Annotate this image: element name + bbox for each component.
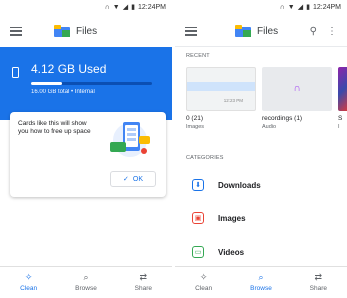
nav-share-label: Share [134,285,152,292]
category-downloads[interactable]: ⬇ Downloads [175,173,347,197]
category-videos[interactable]: ▭ Videos [175,240,347,264]
bottom-nav: ✧ Clean ⌕ Browse ⇄ Share [0,266,172,298]
files-logo-icon [54,25,70,37]
download-icon: ⬇ [192,179,204,191]
recent-header: RECENT [186,53,210,59]
recent-item-type: Images [186,124,205,130]
clean-screen: ∩ ▼ ◢ ▮ 12:24PM Files 4.12 GB Used 16.00… [0,0,172,298]
recent-item-name: 0 (21) [186,115,203,122]
nav-clean[interactable]: ✧ Clean [0,267,57,298]
menu-icon[interactable] [10,26,22,36]
nav-clean-label: Clean [195,285,213,292]
recent-item-partial[interactable]: S I [338,67,347,142]
headset-icon: ∩ [104,3,110,11]
battery-icon: ▮ [131,3,135,11]
battery-icon: ▮ [306,3,310,11]
status-time: 12:24PM [312,3,341,11]
menu-icon[interactable] [185,26,197,36]
recent-item-name: recordings (1) [262,115,303,122]
wifi-icon: ▼ [287,3,295,11]
nav-browse-label: Browse [75,285,97,292]
status-time: 12:24PM [137,3,166,11]
browse-icon: ⌕ [83,272,89,282]
nav-share[interactable]: ⇄ Share [115,267,172,298]
storage-detail: 16.00 GB total • Internal [31,89,95,95]
status-bar: ∩ ▼ ◢ ▮ 12:24PM [0,0,172,14]
app-title: Files [257,25,279,37]
video-icon: ▭ [192,246,204,258]
sparkle-icon: ✧ [199,272,208,282]
phone-storage-icon [12,67,19,78]
signal-icon: ◢ [297,3,304,11]
app-bar-divider [175,46,347,47]
browse-screen: ∩ ▼ ◢ ▮ 12:24PM Files ⚲ ⋮ RECENT 12:23 P… [175,0,347,298]
files-logo-icon [235,25,251,37]
recent-item-name: S [338,115,343,122]
storage-card[interactable]: 4.12 GB Used 16.00 GB total • Internal [0,47,172,120]
category-images[interactable]: ▣ Images [175,206,347,230]
nav-browse[interactable]: ⌕ Browse [57,267,114,298]
ok-button[interactable]: ✓ OK [110,171,156,187]
headphones-icon: ∩ [293,83,301,94]
headset-icon: ∩ [279,3,285,11]
wifi-icon: ▼ [112,3,120,11]
nav-clean[interactable]: ✧ Clean [175,267,232,298]
share-icon: ⇄ [314,272,323,282]
storage-progress-bar [31,82,152,85]
recent-item-type: Audio [262,124,277,130]
nav-browse-label: Browse [250,285,272,292]
storage-progress-fill [31,82,63,85]
category-label: Images [218,213,246,223]
share-icon: ⇄ [139,272,148,282]
app-title-group: Files [54,25,97,37]
nav-share[interactable]: ⇄ Share [290,267,347,298]
categories-header: CATEGORIES [186,155,224,161]
recent-item-audio[interactable]: ∩ recordings (1) Audio [262,67,332,142]
nav-clean-label: Clean [20,285,38,292]
recent-item-type: I [338,124,340,130]
nav-share-label: Share [309,285,327,292]
tip-card: Cards like this will show you how to fre… [10,112,166,197]
tip-text: Cards like this will show you how to fre… [18,120,91,135]
app-title: Files [76,25,98,37]
recent-list: 12:23 PM 0 (21) Images ∩ recordings (1) … [186,67,347,142]
signal-icon: ◢ [122,3,129,11]
status-bar: ∩ ▼ ◢ ▮ 12:24PM [175,0,347,14]
phone-illustration-icon [110,122,150,157]
recent-item-images[interactable]: 12:23 PM 0 (21) Images [186,67,256,142]
search-icon[interactable]: ⚲ [310,26,317,37]
browse-icon: ⌕ [258,272,264,282]
bottom-nav: ✧ Clean ⌕ Browse ⇄ Share [175,266,347,298]
nav-browse[interactable]: ⌕ Browse [232,267,289,298]
audio-thumbnail: ∩ [262,67,332,111]
category-label: Videos [218,247,245,257]
image-thumbnail [338,67,347,111]
ok-button-label: OK [132,175,143,183]
check-icon: ✓ [123,176,129,183]
screenshot-thumbnail: 12:23 PM [186,67,256,111]
category-label: Downloads [218,180,261,190]
app-bar: Files [0,16,172,46]
image-icon: ▣ [192,212,204,224]
storage-used-label: 4.12 GB Used [31,61,107,76]
sparkle-icon: ✧ [24,272,33,282]
more-options-icon[interactable]: ⋮ [327,26,337,37]
app-title-group: Files [235,25,278,37]
app-bar: Files ⚲ ⋮ [175,16,347,46]
